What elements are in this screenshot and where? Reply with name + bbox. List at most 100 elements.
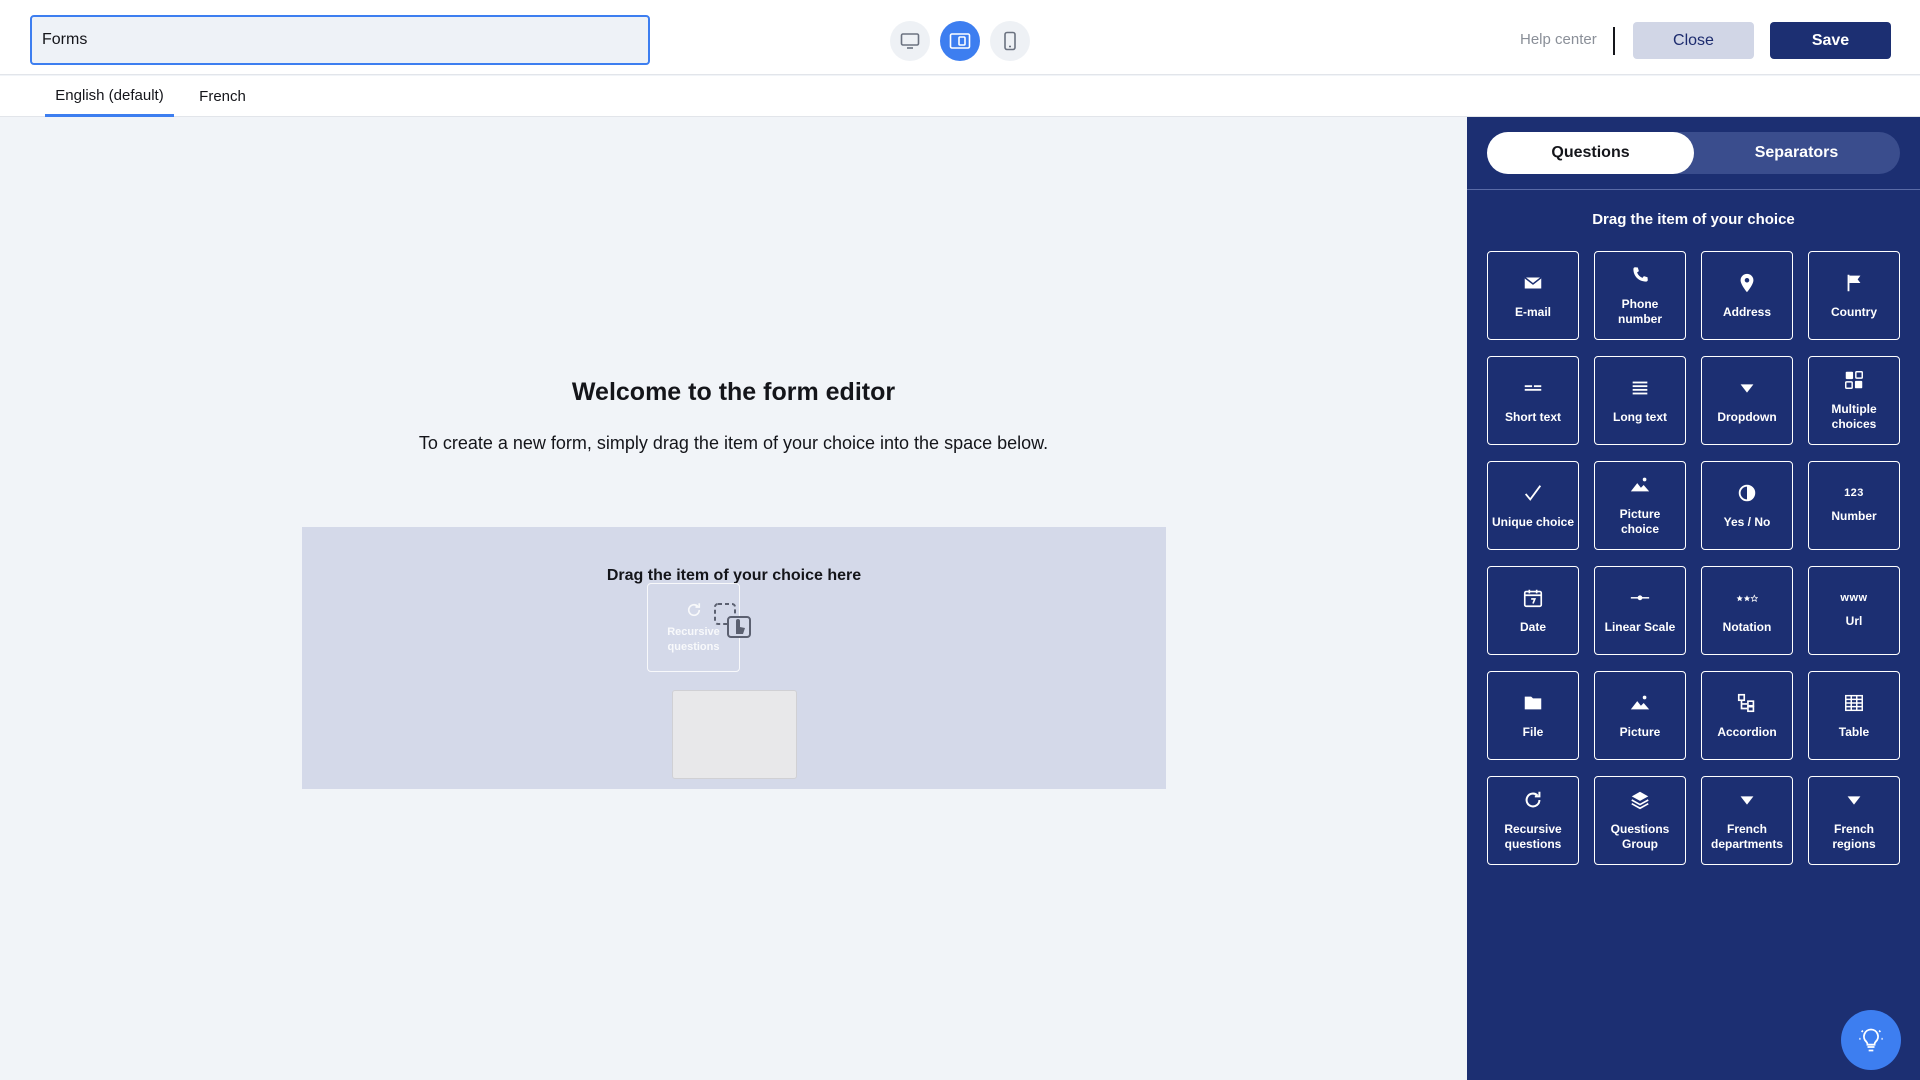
question-type-country[interactable]: Country	[1808, 251, 1900, 340]
question-type-label: Picture choice	[1619, 507, 1661, 536]
panel-tabs: Questions Separators	[1487, 132, 1900, 174]
question-type-label: French regions	[1832, 822, 1876, 851]
www-icon: www	[1840, 592, 1868, 604]
page-subtitle: To create a new form, simply drag the it…	[418, 433, 1049, 453]
short-text-icon	[1522, 377, 1544, 410]
mail-icon	[1522, 272, 1544, 305]
desktop-view-button[interactable]	[890, 21, 930, 61]
question-type-label: Picture	[1619, 724, 1661, 739]
question-type-notation[interactable]: Notation	[1701, 566, 1793, 655]
close-button[interactable]: Close	[1633, 22, 1754, 59]
question-type-label: Multiple choices	[1831, 402, 1877, 431]
question-type-linear-scale[interactable]: Linear Scale	[1594, 566, 1686, 655]
question-type-unique-choice[interactable]: Unique choice	[1487, 461, 1579, 550]
dropdown-icon	[1736, 377, 1758, 410]
page-title: Welcome to the form editor	[571, 378, 896, 406]
question-type-yes-no[interactable]: Yes / No	[1701, 461, 1793, 550]
question-type-label: Phone number	[1617, 297, 1662, 326]
mobile-view-button[interactable]	[990, 21, 1030, 61]
map-pin-icon	[1736, 272, 1758, 305]
split-view-icon	[949, 33, 971, 49]
question-type-label: Yes / No	[1723, 514, 1771, 529]
tab-english[interactable]: English (default)	[45, 76, 174, 117]
question-type-french-regions[interactable]: French regions	[1808, 776, 1900, 865]
question-type-picture[interactable]: Picture	[1594, 671, 1686, 760]
question-types-grid: E-mail Phone number Address Country Short te…	[1487, 251, 1900, 865]
accordion-icon	[1736, 692, 1758, 725]
question-type-label: E-mail	[1514, 304, 1551, 319]
elements-panel: Questions Separators Drag the item of yo…	[1467, 117, 1920, 1080]
question-type-number[interactable]: 123 Number	[1808, 461, 1900, 550]
mobile-icon	[1004, 31, 1016, 51]
desktop-icon	[900, 33, 920, 49]
question-type-label: Url	[1845, 614, 1863, 628]
question-type-url[interactable]: www Url	[1808, 566, 1900, 655]
question-type-label: Number	[1831, 509, 1877, 523]
table-icon	[1843, 692, 1865, 725]
linear-scale-icon	[1629, 587, 1651, 620]
drop-placeholder	[672, 690, 797, 779]
landscape-icon	[1629, 474, 1651, 507]
lightbulb-icon	[1859, 1028, 1883, 1052]
question-type-label: Table	[1838, 724, 1870, 739]
question-type-label: Recursive questions	[1504, 822, 1562, 851]
question-type-label: Dropdown	[1717, 409, 1777, 424]
drop-zone[interactable]: Drag the item of your choice here Recurs…	[302, 527, 1166, 789]
tab-french[interactable]: French	[190, 76, 255, 117]
long-text-icon	[1629, 377, 1651, 410]
question-type-recursive-questions[interactable]: Recursive questions	[1487, 776, 1579, 865]
split-view-button[interactable]	[940, 21, 980, 61]
question-type-french-departments[interactable]: French departments	[1701, 776, 1793, 865]
question-type-picture-choice[interactable]: Picture choice	[1594, 461, 1686, 550]
layers-icon	[1629, 789, 1651, 822]
panel-divider	[1467, 189, 1920, 190]
question-type-questions-group[interactable]: Questions Group	[1594, 776, 1686, 865]
phone-icon	[1629, 264, 1651, 297]
panel-hint: Drag the item of your choice	[1592, 211, 1795, 228]
multiple-choices-icon	[1843, 369, 1865, 402]
question-type-label: Long text	[1613, 409, 1667, 424]
help-center-link[interactable]: Help center	[1520, 31, 1597, 48]
question-type-phone-number[interactable]: Phone number	[1594, 251, 1686, 340]
question-type-label: File	[1522, 724, 1544, 739]
stars-icon	[1736, 587, 1759, 620]
dropdown-icon	[1736, 789, 1758, 822]
save-button[interactable]: Save	[1770, 22, 1891, 59]
form-title-input[interactable]	[30, 15, 650, 65]
check-icon	[1522, 482, 1544, 515]
question-type-accordion[interactable]: Accordion	[1701, 671, 1793, 760]
folder-icon	[1522, 692, 1544, 725]
number-icon: 123	[1844, 487, 1864, 499]
question-type-label: Questions Group	[1610, 822, 1670, 851]
question-type-label: Address	[1722, 304, 1772, 319]
question-type-file[interactable]: File	[1487, 671, 1579, 760]
calendar-icon	[1522, 587, 1544, 620]
divider	[1613, 27, 1615, 55]
question-type-multiple-choices[interactable]: Multiple choices	[1808, 356, 1900, 445]
question-type-label: Date	[1519, 619, 1546, 634]
question-type-address[interactable]: Address	[1701, 251, 1793, 340]
top-bar: Help center Close Save	[0, 0, 1920, 75]
question-type-label: Unique choice	[1492, 514, 1575, 529]
question-type-label: Linear Scale	[1604, 619, 1676, 634]
question-type-label: Country	[1831, 304, 1877, 319]
landscape-icon	[1629, 692, 1651, 725]
tips-button[interactable]	[1841, 1010, 1901, 1070]
question-type-e-mail[interactable]: E-mail	[1487, 251, 1579, 340]
refresh-icon	[1522, 789, 1544, 822]
tab-questions[interactable]: Questions	[1487, 132, 1694, 174]
dropdown-icon	[1843, 789, 1865, 822]
question-type-table[interactable]: Table	[1808, 671, 1900, 760]
question-type-short-text[interactable]: Short text	[1487, 356, 1579, 445]
question-type-long-text[interactable]: Long text	[1594, 356, 1686, 445]
flag-icon	[1843, 272, 1865, 305]
question-type-label: Short text	[1504, 409, 1561, 424]
language-tabs: English (default) French	[0, 76, 1920, 117]
question-type-date[interactable]: Date	[1487, 566, 1579, 655]
half-circle-icon	[1736, 482, 1758, 515]
drag-cursor-icon	[714, 603, 751, 638]
question-type-label: French departments	[1710, 822, 1784, 851]
tab-separators[interactable]: Separators	[1693, 132, 1900, 174]
question-type-dropdown[interactable]: Dropdown	[1701, 356, 1793, 445]
question-type-label: Notation	[1722, 619, 1772, 634]
